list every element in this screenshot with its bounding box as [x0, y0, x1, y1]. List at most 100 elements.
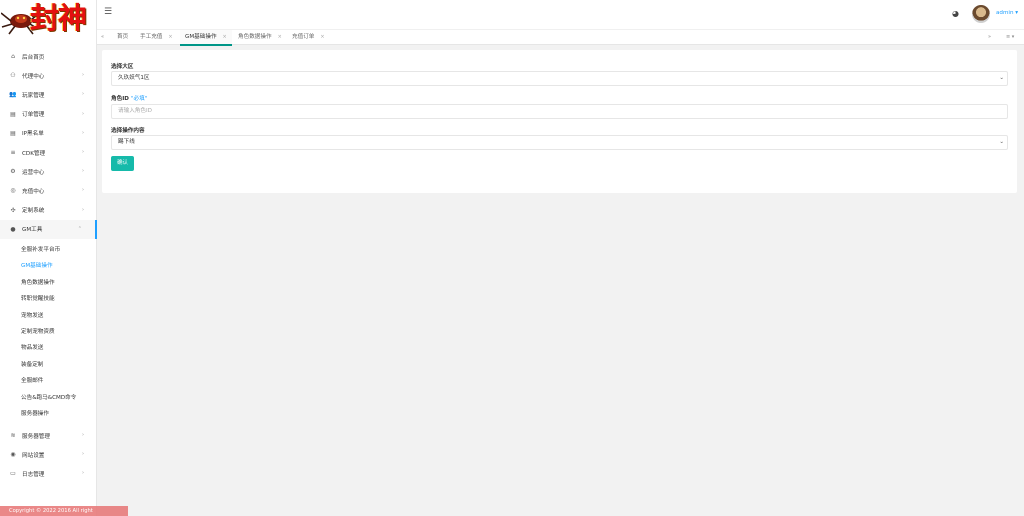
- chevron-right-icon: ›: [82, 432, 84, 438]
- home-icon: ⌂: [11, 53, 15, 61]
- chevron-up-icon: ⌃: [77, 225, 82, 232]
- chevron-down-icon: ⌄: [999, 75, 1004, 81]
- submenu-item[interactable]: 装备定制: [0, 357, 97, 373]
- copyright-footer: Copyright © 2022 2016 All right: [0, 506, 128, 516]
- sidebar-item-1[interactable]: ⚇ 代理中心 ›: [0, 66, 97, 85]
- logo[interactable]: 封神: [0, 0, 97, 40]
- chevron-right-icon: ›: [82, 148, 84, 155]
- top-header: ☰ ◕ admin ▾: [97, 0, 1024, 29]
- sidebar-item-label: IP黑名单: [22, 131, 44, 138]
- close-icon[interactable]: ×: [223, 34, 227, 40]
- close-icon[interactable]: ×: [168, 34, 172, 40]
- sidebar-item-label: CDK管理: [22, 150, 46, 157]
- sidebar-item-label: 充值中心: [22, 188, 45, 195]
- tab-label: 角色数据操作: [238, 34, 272, 40]
- sidebar-item-7[interactable]: ◎ 充值中心 ›: [0, 181, 97, 200]
- sidebar-nav-bottom: ≋ 服务器管理 › ◉ 网站设置 › ▭ 日志管理 ›: [0, 426, 97, 484]
- tab-label: 手工充值: [140, 34, 163, 40]
- submenu-item[interactable]: GM基础操作: [0, 258, 97, 274]
- sidebar-item-2[interactable]: 👥 玩家管理 ›: [0, 85, 97, 104]
- wifi-icon: ≋: [10, 432, 16, 440]
- sidebar-item-0[interactable]: ⌂ 后台首页: [0, 47, 97, 66]
- cdk-icon: ≡: [10, 149, 16, 157]
- wallet-icon: ◎: [10, 187, 16, 195]
- tab-1[interactable]: 手工充值 ×: [140, 30, 173, 46]
- users-icon: 👥: [9, 91, 17, 99]
- submenu-item[interactable]: 宠物发送: [0, 308, 97, 324]
- operation-value: 踢下线: [118, 139, 135, 145]
- submenu-item[interactable]: 角色数据操作: [0, 275, 97, 291]
- sidebar-item-6[interactable]: ⚙ 运营中心 ›: [0, 162, 97, 181]
- tab-3[interactable]: 角色数据操作 ×: [238, 30, 282, 46]
- chevron-right-icon: ›: [82, 470, 84, 477]
- submenu-item[interactable]: 全服邮件: [0, 373, 97, 389]
- order-icon: ▤: [10, 110, 16, 118]
- chevron-right-icon: ›: [82, 206, 84, 213]
- submenu-item[interactable]: 服务器操作: [0, 406, 97, 422]
- chevron-right-icon: ›: [82, 91, 84, 98]
- sidebar-item-4[interactable]: ▤ IP黑名单 ›: [0, 124, 97, 143]
- sidebar: 封神 ⌂ 后台首页 ⚇ 代理中心 › 👥 玩家管理 › ▤ 订单管理 › ▤ IP黑名单 › ≡ CDK管理 ›…: [0, 0, 128, 516]
- operation-label: 选择操作内容: [111, 128, 145, 134]
- sidebar-bottom-item-1[interactable]: ◉ 网站设置 ›: [0, 445, 97, 464]
- close-icon[interactable]: ×: [320, 34, 324, 40]
- sidebar-item-label: 代理中心: [22, 73, 45, 80]
- logo-text: 封神: [30, 1, 87, 35]
- submenu-item[interactable]: 全服补发平台币: [0, 242, 97, 258]
- sidebar-nav: ⌂ 后台首页 ⚇ 代理中心 › 👥 玩家管理 › ▤ 订单管理 › ▤ IP黑名单 › ≡ CDK管理 › ⚙ 运营…: [0, 47, 97, 239]
- gm-submenu: 全服补发平台币 GM基础操作 角色数据操作 转职觉醒技能 宠物发送 定制宠物资质 物品发送装…: [0, 242, 97, 422]
- sidebar-item-9[interactable]: ● GM工具 ⌃: [0, 219, 97, 239]
- sidebar-bottom-item-0[interactable]: ≋ 服务器管理 ›: [0, 426, 97, 445]
- bulb-icon: ●: [10, 225, 16, 233]
- tabs-menu-icon[interactable]: ≡ ▾: [1006, 34, 1014, 40]
- tab-2[interactable]: GM基础操作 ×: [180, 30, 232, 46]
- sidebar-item-3[interactable]: ▤ 订单管理 ›: [0, 105, 97, 124]
- tab-label: GM基础操作: [185, 34, 217, 40]
- chevron-down-icon: ⌄: [999, 139, 1004, 145]
- sidebar-item-label: 运营中心: [22, 169, 45, 176]
- role-id-input[interactable]: 请输入角色ID: [111, 104, 1008, 119]
- sidebar-item-label: 后台首页: [22, 54, 45, 61]
- submenu-item[interactable]: 转职觉醒技能: [0, 291, 97, 307]
- tabs-next-icon[interactable]: »: [988, 34, 991, 40]
- user-menu[interactable]: admin ▾: [996, 10, 1018, 16]
- gear-icon: ⚙: [10, 168, 16, 176]
- submenu-item[interactable]: 定制宠物资质: [0, 324, 97, 340]
- avatar[interactable]: [972, 5, 990, 23]
- puzzle-icon: ✣: [10, 206, 16, 214]
- globe-icon: ◉: [10, 451, 16, 459]
- sidebar-bottom-item-2[interactable]: ▭ 日志管理 ›: [0, 464, 97, 483]
- sidebar-item-8[interactable]: ✣ 定制系统 ›: [0, 201, 97, 220]
- chevron-right-icon: ›: [82, 168, 84, 175]
- tab-label: 充值订单: [292, 34, 315, 40]
- theme-palette-icon[interactable]: ◕: [952, 9, 959, 18]
- submenu-item[interactable]: 物品发送: [0, 340, 97, 356]
- operation-select[interactable]: 踢下线 ⌄: [111, 135, 1008, 150]
- sidebar-item-label: 网站设置: [22, 452, 45, 459]
- log-icon: ▭: [10, 470, 16, 478]
- chevron-right-icon: ›: [82, 187, 84, 194]
- region-label: 选择大区: [111, 64, 134, 70]
- chevron-right-icon: ›: [82, 110, 84, 117]
- tabs-prev-icon[interactable]: «: [101, 34, 104, 40]
- sidebar-item-5[interactable]: ≡ CDK管理 ›: [0, 143, 97, 162]
- ip-icon: ▤: [10, 129, 16, 137]
- close-icon[interactable]: ×: [278, 34, 282, 40]
- tab-0[interactable]: 首页: [117, 30, 128, 46]
- gm-form-card: 选择大区 久玖妖气1区 ⌄ 角色ID "必填" 请输入角色ID 选择操作内容 踢下…: [102, 50, 1017, 193]
- tab-label: 首页: [117, 34, 129, 40]
- submenu-item[interactable]: 公告&跑马&CMD命令: [0, 390, 97, 406]
- sidebar-item-label: 服务器管理: [22, 433, 50, 440]
- agents-icon: ⚇: [10, 72, 16, 80]
- region-select[interactable]: 久玖妖气1区 ⌄: [111, 71, 1008, 86]
- sidebar-item-label: 订单管理: [22, 112, 45, 119]
- role-id-label: 角色ID "必填": [111, 94, 147, 102]
- chevron-right-icon: ›: [82, 129, 84, 136]
- tab-4[interactable]: 充值订单 ×: [292, 30, 325, 46]
- sidebar-item-label: 玩家管理: [22, 92, 45, 99]
- region-value: 久玖妖气1区: [118, 75, 150, 81]
- sidebar-item-label: 日志管理: [22, 471, 45, 478]
- confirm-button[interactable]: 确认: [111, 156, 134, 171]
- chevron-right-icon: ›: [82, 451, 84, 458]
- menu-toggle-icon[interactable]: ☰: [104, 7, 112, 17]
